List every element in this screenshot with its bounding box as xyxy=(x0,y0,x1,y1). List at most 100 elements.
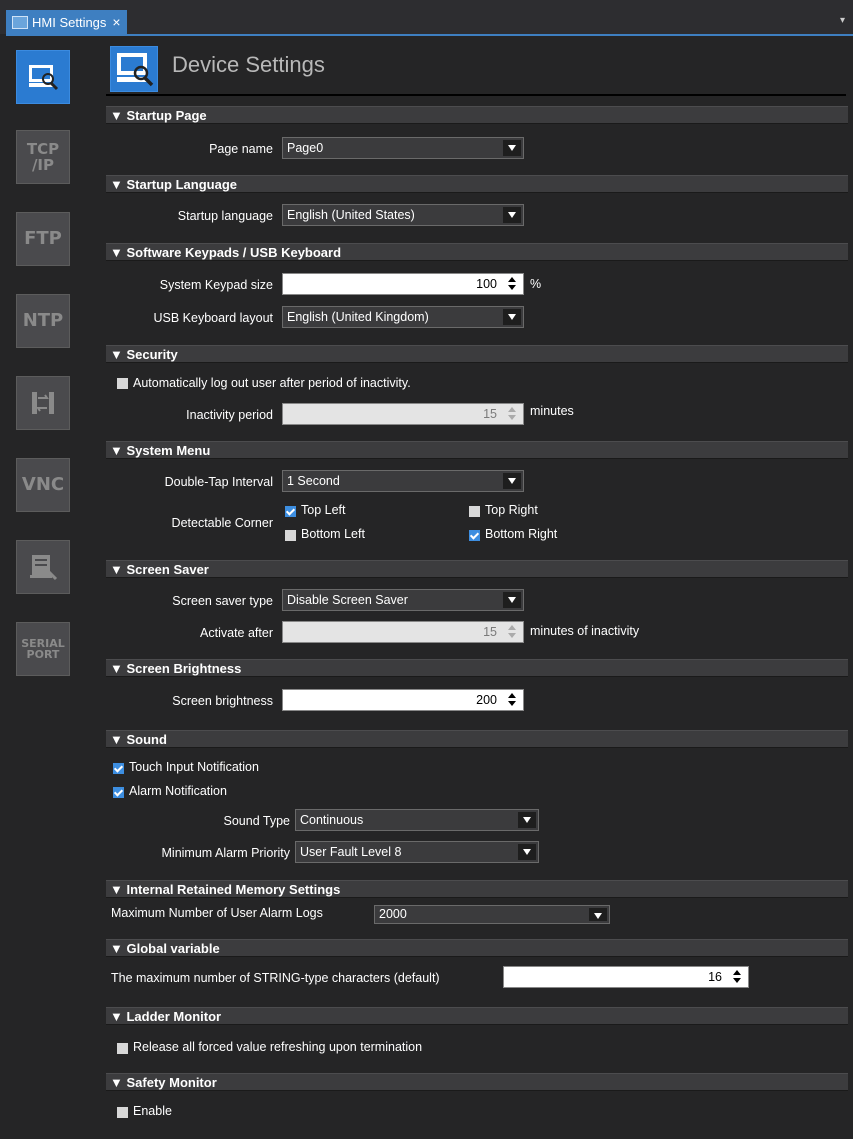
auto-logout-label: Automatically log out user after period … xyxy=(133,376,411,390)
auto-logout-checkbox[interactable] xyxy=(117,378,128,389)
alarm-notification-label: Alarm Notification xyxy=(129,784,227,798)
usb-keyboard-layout-label: USB Keyboard layout xyxy=(153,311,273,325)
top-left-checkbox[interactable] xyxy=(285,506,296,517)
sidebar-item-tcp-ip[interactable]: TCP/IP xyxy=(16,130,70,184)
sidebar-port-label: PORT xyxy=(26,648,60,661)
release-forced-values-label: Release all forced value refreshing upon… xyxy=(133,1040,423,1054)
sidebar-item-sync[interactable] xyxy=(16,376,70,430)
chevron-down-icon xyxy=(503,473,521,489)
spin-arrows-icon[interactable] xyxy=(508,625,517,639)
max-string-characters-label: The maximum number of STRING-type charac… xyxy=(111,971,440,985)
hmi-settings-icon xyxy=(12,15,28,29)
section-system-menu[interactable]: ▼ System Menu xyxy=(106,441,848,459)
touch-input-notification-checkbox[interactable] xyxy=(113,763,124,774)
detectable-corner-label: Detectable Corner xyxy=(171,516,273,530)
bottom-right-label: Bottom Right xyxy=(485,527,558,541)
alarm-notification-checkbox[interactable] xyxy=(113,787,124,798)
section-security[interactable]: ▼ Security xyxy=(106,345,848,363)
usb-keyboard-layout-dropdown[interactable]: English (United Kingdom) xyxy=(282,306,524,328)
startup-language-value: English (United States) xyxy=(287,208,415,222)
spin-arrows-icon[interactable] xyxy=(508,277,517,291)
inactivity-period-unit: minutes xyxy=(530,404,574,418)
usb-keyboard-layout-value: English (United Kingdom) xyxy=(287,310,429,324)
sidebar-item-vnc[interactable]: VNC xyxy=(16,458,70,512)
max-user-alarm-logs-dropdown[interactable]: 2000 xyxy=(374,905,610,924)
screen-saver-type-value: Disable Screen Saver xyxy=(287,593,408,607)
chevron-down-icon xyxy=(503,309,521,325)
section-global-variable[interactable]: ▼ Global variable xyxy=(106,939,848,957)
section-software-keypads[interactable]: ▼ Software Keypads / USB Keyboard xyxy=(106,243,848,261)
section-screen-saver[interactable]: ▼ Screen Saver xyxy=(106,560,848,578)
double-tap-interval-dropdown[interactable]: 1 Second xyxy=(282,470,524,492)
activate-after-stepper[interactable]: 15 xyxy=(282,621,524,643)
sound-type-dropdown[interactable]: Continuous xyxy=(295,809,539,831)
page-name-value: Page0 xyxy=(287,141,324,155)
sidebar-item-terminal[interactable] xyxy=(16,540,70,594)
startup-language-dropdown[interactable]: English (United States) xyxy=(282,204,524,226)
sidebar-item-serial-port[interactable]: SERIAL PORT xyxy=(16,622,70,676)
bottom-left-checkbox[interactable] xyxy=(285,530,296,541)
max-string-characters-stepper[interactable]: 16 xyxy=(503,966,749,988)
sidebar-vnc-label: VNC xyxy=(21,474,65,495)
minimum-alarm-priority-value: User Fault Level 8 xyxy=(300,845,402,859)
screen-brightness-value: 200 xyxy=(476,693,497,707)
page-title: Device Settings xyxy=(172,52,325,77)
close-icon[interactable]: × xyxy=(112,14,120,30)
sidebar: TCP/IP FTP NTP VNC SERIAL PORT xyxy=(6,36,94,1139)
inactivity-period-value: 15 xyxy=(483,407,497,421)
top-right-checkbox[interactable] xyxy=(469,506,480,517)
tab-bar: HMI Settings × ▾ xyxy=(0,0,853,34)
keypad-size-value: 100 xyxy=(476,277,497,291)
chevron-down-icon xyxy=(503,592,521,608)
section-ladder-monitor[interactable]: ▼ Ladder Monitor xyxy=(106,1007,848,1025)
device-settings-header-icon xyxy=(110,46,158,92)
keypad-size-stepper[interactable]: 100 xyxy=(282,273,524,295)
inactivity-period-stepper[interactable]: 15 xyxy=(282,403,524,425)
minimum-alarm-priority-label: Minimum Alarm Priority xyxy=(161,846,291,860)
spin-arrows-icon[interactable] xyxy=(508,693,517,707)
activate-after-value: 15 xyxy=(483,625,497,639)
screen-saver-type-dropdown[interactable]: Disable Screen Saver xyxy=(282,589,524,611)
tab-menu-chevron-down-icon[interactable]: ▾ xyxy=(840,15,845,26)
page-name-label: Page name xyxy=(209,142,273,156)
keypad-size-label: System Keypad size xyxy=(159,278,273,292)
touch-input-notification-label: Touch Input Notification xyxy=(129,760,259,774)
minimum-alarm-priority-dropdown[interactable]: User Fault Level 8 xyxy=(295,841,539,863)
screen-brightness-stepper[interactable]: 200 xyxy=(282,689,524,711)
terminal-icon xyxy=(30,555,58,581)
sidebar-item-ftp[interactable]: FTP xyxy=(16,212,70,266)
chevron-down-icon xyxy=(518,844,536,860)
section-sound[interactable]: ▼ Sound xyxy=(106,730,848,748)
max-user-alarm-logs-value: 2000 xyxy=(379,907,407,921)
sync-icon xyxy=(32,392,54,414)
bottom-right-checkbox[interactable] xyxy=(469,530,480,541)
device-settings-header: Device Settings xyxy=(106,44,846,96)
section-startup-language[interactable]: ▼ Startup Language xyxy=(106,175,848,193)
section-safety-monitor[interactable]: ▼ Safety Monitor xyxy=(106,1073,848,1091)
screen-brightness-label: Screen brightness xyxy=(172,694,273,708)
section-screen-brightness[interactable]: ▼ Screen Brightness xyxy=(106,659,848,677)
spin-arrows-icon[interactable] xyxy=(508,407,517,421)
top-right-label: Top Right xyxy=(485,503,538,517)
startup-language-label: Startup language xyxy=(177,209,273,223)
tab-hmi-settings[interactable]: HMI Settings × xyxy=(6,10,127,34)
spin-arrows-icon[interactable] xyxy=(733,970,742,984)
sidebar-item-ntp[interactable]: NTP xyxy=(16,294,70,348)
sidebar-ip-label: /IP xyxy=(31,156,55,174)
chevron-down-icon xyxy=(503,207,521,223)
section-startup-page[interactable]: ▼ Startup Page xyxy=(106,106,848,124)
chevron-down-icon xyxy=(589,908,607,921)
inactivity-period-label: Inactivity period xyxy=(186,408,273,422)
screen-saver-type-label: Screen saver type xyxy=(172,594,273,608)
tab-title: HMI Settings xyxy=(32,14,107,30)
release-forced-values-checkbox[interactable] xyxy=(117,1043,128,1054)
max-string-characters-value: 16 xyxy=(708,970,722,984)
section-internal-retained-memory[interactable]: ▼ Internal Retained Memory Settings xyxy=(106,880,848,898)
keypad-size-unit: % xyxy=(530,277,542,291)
chevron-down-icon xyxy=(518,812,536,828)
double-tap-interval-value: 1 Second xyxy=(287,474,340,488)
page-name-dropdown[interactable]: Page0 xyxy=(282,137,524,159)
sidebar-item-device-settings[interactable] xyxy=(16,50,70,104)
safety-monitor-enable-checkbox[interactable] xyxy=(117,1107,128,1118)
double-tap-interval-label: Double-Tap Interval xyxy=(164,475,273,489)
